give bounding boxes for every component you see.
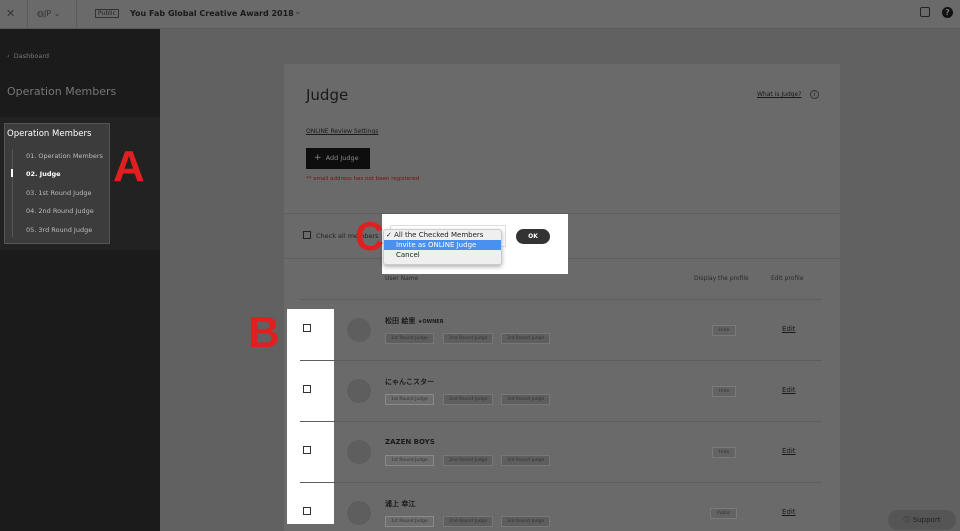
tag-2nd-round[interactable]: 2nd Round Judge [443, 333, 494, 344]
edit-link[interactable]: Edit [782, 447, 796, 455]
back-to-dashboard-link[interactable]: ‹ Dashboard [7, 52, 49, 60]
edit-link[interactable]: Edit [782, 508, 796, 516]
sidebar-item-1st-round-judge[interactable]: 03. 1st Round Judge [26, 189, 91, 197]
row-checkbox[interactable] [303, 507, 311, 515]
edit-link[interactable]: Edit [782, 325, 796, 333]
plus-icon: + [314, 153, 322, 163]
row-checkbox[interactable] [303, 385, 311, 393]
annotation-label-b: B [248, 308, 280, 357]
edit-link[interactable]: Edit [782, 386, 796, 394]
tag-2nd-round[interactable]: 2nd Round Judge [443, 455, 494, 466]
column-header-user-name: User Name [385, 275, 419, 282]
nav-group-title: Operation Members [7, 129, 92, 139]
logo-icon[interactable]: ✕ [6, 7, 15, 20]
back-label: Dashboard [13, 52, 49, 60]
add-judge-button[interactable]: + Add Judge [306, 148, 370, 169]
project-title: You Fab Global Creative Award 2018 [130, 9, 294, 18]
page-title: Judge [306, 86, 349, 104]
support-button[interactable]: ⓘ Support [888, 510, 956, 530]
owner-badge: ★OWNER [417, 319, 444, 325]
menu-option-cancel[interactable]: Cancel [384, 250, 501, 260]
avatar [347, 501, 371, 525]
online-review-settings-link[interactable]: ONLINE Review Settings [306, 128, 378, 135]
sidebar-item-judge[interactable]: 02. Judge [26, 170, 61, 178]
sidebar-item-2nd-round-judge[interactable]: 04. 2nd Round Judge [26, 207, 94, 215]
bulk-action-dropdown-menu[interactable]: ✓ All the Checked Members Invite as ONLI… [383, 229, 502, 265]
sidebar-item-3rd-round-judge[interactable]: 05. 3rd Round Judge [26, 226, 92, 234]
tag-1st-round[interactable]: 1st Round Judge [385, 455, 434, 466]
tag-2nd-round[interactable]: 2nd Round Judge [443, 516, 494, 527]
annotation-label-c: C [355, 215, 384, 259]
help-circle-icon: ⓘ [903, 516, 911, 524]
user-name: にゃんこスター [385, 378, 434, 386]
annotation-label-a: A [113, 142, 145, 191]
sidebar-item-operation-members[interactable]: 01. Operation Members [26, 152, 103, 160]
row-checkbox[interactable] [303, 324, 311, 332]
top-bar: ✕ ◍JP ⌄ Public You Fab Global Creative A… [0, 0, 960, 29]
tag-1st-round[interactable]: 1st Round Judge [385, 516, 434, 527]
support-label: Support [912, 516, 941, 524]
user-name: 松田 絵里 [385, 317, 416, 325]
user-name: 浦上 幸江 [385, 500, 416, 508]
info-icon[interactable]: i [810, 90, 819, 99]
avatar [347, 379, 371, 403]
tag-1st-round[interactable]: 1st Round Judge [385, 394, 434, 405]
email-warning: ** email address has not been registered [306, 176, 420, 182]
what-is-judge-link[interactable]: What is Judge? [757, 91, 801, 98]
sidebar: ‹ Dashboard Operation Members [0, 29, 160, 531]
add-judge-label: Add Judge [325, 154, 359, 162]
ok-button[interactable]: OK [516, 229, 550, 244]
tag-3rd-round[interactable]: 3rd Round Judge [501, 516, 551, 527]
visibility-toggle[interactable]: Hide [712, 447, 737, 458]
sidebar-section-title: Operation Members [7, 85, 117, 98]
project-dropdown-chevron-icon[interactable]: ⌄ [294, 7, 302, 17]
calendar-icon[interactable] [920, 7, 930, 17]
row-checkbox[interactable] [303, 446, 311, 454]
visibility-toggle[interactable]: Hide [712, 325, 737, 336]
tag-3rd-round[interactable]: 3rd Round Judge [501, 333, 551, 344]
column-header-display-profile: Display the profile [694, 275, 749, 282]
avatar [347, 318, 371, 342]
language-label: JP [43, 9, 52, 18]
avatar [347, 440, 371, 464]
tag-3rd-round[interactable]: 3rd Round Judge [501, 455, 551, 466]
row-checkbox-column [287, 309, 334, 524]
option-label: All the Checked Members [394, 231, 484, 239]
status-badge: Public [95, 9, 119, 18]
help-icon[interactable]: ? [942, 7, 953, 18]
tag-1st-round[interactable]: 1st Round Judge [385, 333, 434, 344]
sidebar-nav-group: Operation Members 01. Operation Members … [4, 123, 110, 244]
visibility-toggle[interactable]: Hide [712, 386, 737, 397]
menu-option-all-checked[interactable]: ✓ All the Checked Members [384, 230, 501, 240]
tag-3rd-round[interactable]: 3rd Round Judge [501, 394, 551, 405]
column-header-edit-profile: Edit profile [771, 275, 804, 282]
language-selector[interactable]: ◍JP ⌄ [37, 9, 60, 18]
menu-option-invite-online-judge[interactable]: Invite as ONLINE Judge [384, 240, 501, 250]
visibility-toggle[interactable]: Public [710, 508, 738, 519]
user-name: ZAZEN BOYS [385, 438, 435, 446]
check-all-checkbox[interactable] [303, 231, 311, 239]
tag-2nd-round[interactable]: 2nd Round Judge [443, 394, 494, 405]
